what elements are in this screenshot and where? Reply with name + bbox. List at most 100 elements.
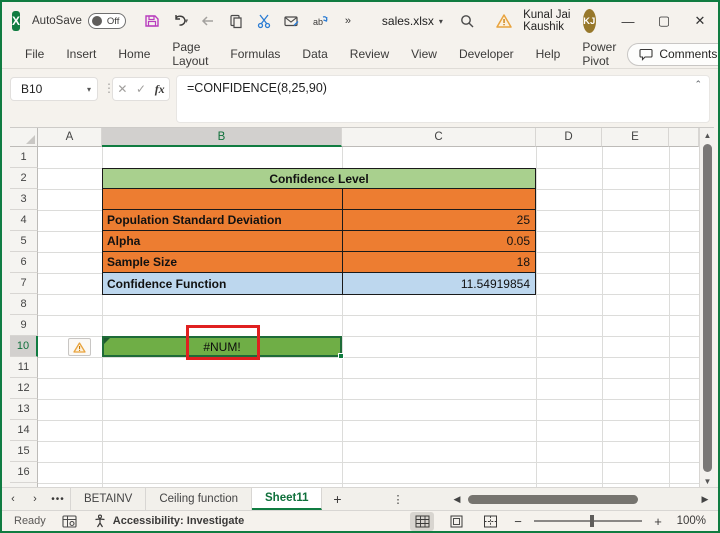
scroll-up-icon[interactable]: ▲ xyxy=(700,128,714,142)
tab-page-layout[interactable]: Page Layout xyxy=(161,40,219,68)
hscroll-track[interactable] xyxy=(464,494,698,505)
name-box-chevron-icon[interactable]: ▾ xyxy=(87,85,91,94)
select-all-corner[interactable] xyxy=(10,128,38,147)
fill-handle[interactable] xyxy=(338,353,344,359)
macro-record-icon[interactable] xyxy=(62,515,77,528)
tab-insert[interactable]: Insert xyxy=(55,40,107,68)
find-replace-icon[interactable]: ab xyxy=(308,9,332,33)
tab-developer[interactable]: Developer xyxy=(448,40,525,68)
page-break-view-button[interactable] xyxy=(478,512,502,531)
column-header[interactable]: A xyxy=(38,128,102,147)
row-header[interactable]: 15 xyxy=(10,441,38,462)
table-row[interactable]: Alpha 0.05 xyxy=(103,231,535,252)
page-layout-view-button[interactable] xyxy=(444,512,468,531)
column-header[interactable] xyxy=(669,128,699,147)
column-header[interactable]: E xyxy=(602,128,669,147)
tab-view[interactable]: View xyxy=(400,40,448,68)
row-header[interactable]: 2 xyxy=(10,168,38,189)
column-header[interactable]: C xyxy=(342,128,536,147)
email-icon[interactable] xyxy=(280,9,304,33)
tab-review[interactable]: Review xyxy=(339,40,400,68)
file-name-control[interactable]: sales.xlsx ▾ xyxy=(382,14,443,28)
row-header[interactable]: 12 xyxy=(10,378,38,399)
sheet-tab-betainv[interactable]: BETAINV xyxy=(70,488,146,510)
new-sheet-button[interactable]: + xyxy=(322,491,352,507)
accessibility-status[interactable]: Accessibility: Investigate xyxy=(113,515,244,527)
row-header[interactable]: 6 xyxy=(10,252,38,273)
confirm-entry-icon[interactable]: ✓ xyxy=(136,82,146,96)
hscroll-left-icon[interactable]: ◀ xyxy=(450,494,464,505)
maximize-button[interactable]: ▢ xyxy=(646,2,682,40)
alert-warning-icon[interactable] xyxy=(495,9,513,33)
horizontal-scrollbar[interactable]: ◀ ▶ xyxy=(450,492,712,507)
row-header[interactable]: 13 xyxy=(10,399,38,420)
column-header[interactable]: D xyxy=(536,128,602,147)
tab-home[interactable]: Home xyxy=(107,40,161,68)
tab-data[interactable]: Data xyxy=(291,40,338,68)
formula-input[interactable]: =CONFIDENCE(8,25,90) xyxy=(176,75,710,123)
zoom-slider[interactable] xyxy=(534,520,642,522)
sheet-nav-more-icon[interactable]: ••• xyxy=(46,494,70,505)
confidence-table[interactable]: Confidence Level Population Standard Dev… xyxy=(102,168,536,295)
row-header[interactable]: 14 xyxy=(10,420,38,441)
close-button[interactable]: ✕ xyxy=(682,2,718,40)
undo-dropdown-icon[interactable]: ▾ xyxy=(185,17,189,25)
sheetbar-menu-icon[interactable]: ⋮ xyxy=(392,493,403,506)
vertical-scrollbar[interactable]: ▲ ▼ xyxy=(699,128,714,487)
zoom-slider-thumb[interactable] xyxy=(590,515,594,527)
autosave-control[interactable]: AutoSave Off xyxy=(32,13,126,29)
search-icon[interactable] xyxy=(459,9,475,33)
tab-power-pivot[interactable]: Power Pivot xyxy=(571,40,627,68)
scroll-down-icon[interactable]: ▼ xyxy=(700,474,714,487)
table-value-cell[interactable]: 18 xyxy=(343,252,535,272)
vertical-scroll-thumb[interactable] xyxy=(703,144,712,472)
row-header[interactable]: 5 xyxy=(10,231,38,252)
tab-file[interactable]: File xyxy=(14,40,55,68)
name-box[interactable]: B10 ▾ xyxy=(10,77,98,101)
table-value-cell[interactable]: 25 xyxy=(343,210,535,230)
table-label-cell[interactable]: Population Standard Deviation xyxy=(103,210,343,230)
copy-icon[interactable] xyxy=(224,9,248,33)
zoom-level[interactable]: 100% xyxy=(674,515,706,527)
autosave-toggle[interactable]: Off xyxy=(88,13,126,29)
undo-icon[interactable]: ▾ xyxy=(168,9,192,33)
table-label-cell[interactable]: Sample Size xyxy=(103,252,343,272)
table-value-cell[interactable]: 11.54919854 xyxy=(343,273,535,294)
row-header[interactable]: 11 xyxy=(10,357,38,378)
table-label-cell[interactable]: Alpha xyxy=(103,231,343,251)
cut-icon[interactable] xyxy=(252,9,276,33)
row-header[interactable]: 10 xyxy=(10,336,38,357)
row-header[interactable]: 3 xyxy=(10,189,38,210)
zoom-out-button[interactable]: − xyxy=(512,514,524,529)
minimize-button[interactable]: — xyxy=(610,2,646,40)
table-title-cell[interactable]: Confidence Level xyxy=(103,169,535,189)
tab-help[interactable]: Help xyxy=(525,40,572,68)
avatar[interactable]: KJ xyxy=(583,9,597,33)
more-commands-icon[interactable]: » xyxy=(336,9,360,33)
sheet-tab-ceiling-function[interactable]: Ceiling function xyxy=(146,488,252,510)
account-control[interactable]: Kunal Jai Kaushik KJ xyxy=(523,9,596,33)
comments-button[interactable]: Comments xyxy=(627,43,720,66)
hscroll-right-icon[interactable]: ▶ xyxy=(698,494,712,505)
row-header[interactable]: 7 xyxy=(10,273,38,294)
error-checking-button[interactable] xyxy=(68,338,91,356)
spreadsheet-grid[interactable]: ABCDE 1234567891011121314151617 Confiden… xyxy=(10,127,714,487)
table-row[interactable]: Confidence Function 11.54919854 xyxy=(103,273,535,294)
sheet-nav-right-icon[interactable]: › xyxy=(24,493,46,505)
back-arrow-icon[interactable] xyxy=(196,9,220,33)
table-row[interactable]: Population Standard Deviation 25 xyxy=(103,210,535,231)
cancel-entry-icon[interactable]: ✕ xyxy=(117,82,127,96)
sheet-tab-sheet11[interactable]: Sheet11 xyxy=(252,488,322,510)
normal-view-button[interactable] xyxy=(410,512,434,531)
row-header[interactable]: 8 xyxy=(10,294,38,315)
row-header[interactable]: 9 xyxy=(10,315,38,336)
collapse-formula-bar-icon[interactable]: ⌃ xyxy=(694,79,702,90)
horizontal-scroll-thumb[interactable] xyxy=(468,495,638,504)
table-label-cell[interactable]: Confidence Function xyxy=(103,273,343,294)
row-header[interactable]: 1 xyxy=(10,147,38,168)
sheet-nav-left-icon[interactable]: ‹ xyxy=(2,493,24,505)
save-icon[interactable] xyxy=(140,9,164,33)
row-header[interactable]: 4 xyxy=(10,210,38,231)
zoom-in-button[interactable]: + xyxy=(652,514,664,529)
accessibility-icon[interactable] xyxy=(93,514,107,528)
